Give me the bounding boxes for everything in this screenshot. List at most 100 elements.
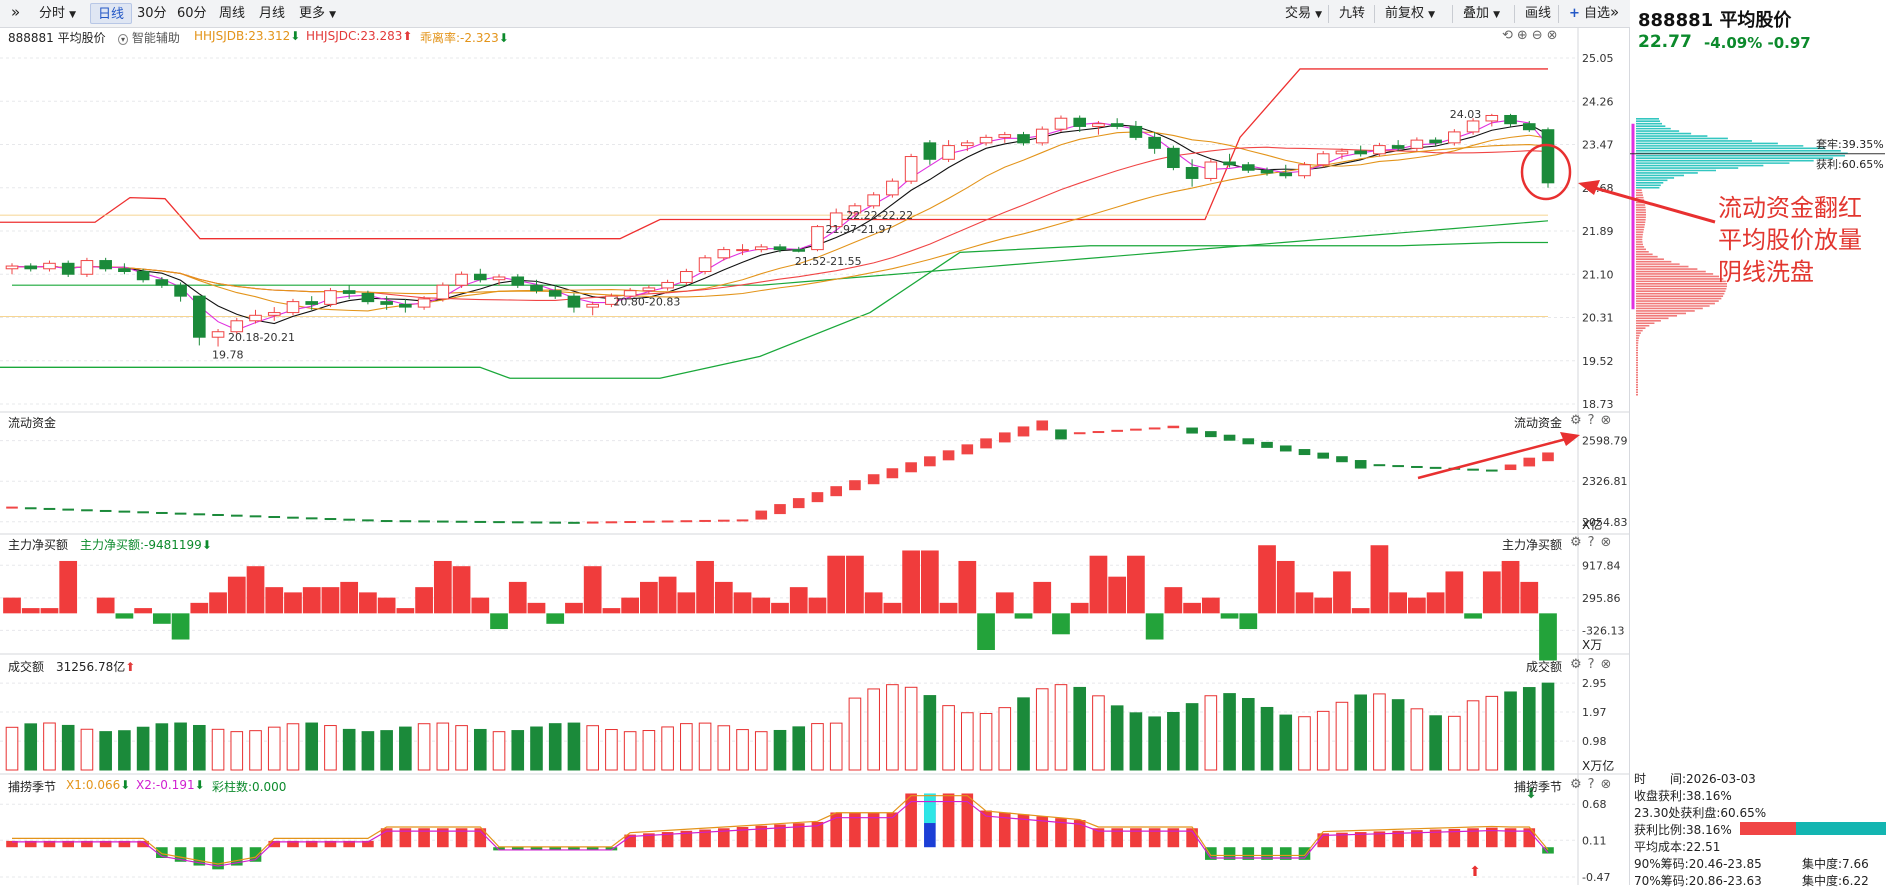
- net-buy-bar: [789, 587, 808, 614]
- liquidity-bar: [437, 520, 449, 523]
- arrow-head: [1560, 432, 1580, 446]
- turnover-tick-label: 1.97: [1582, 706, 1607, 719]
- turnover-label: 成交额: [8, 660, 45, 674]
- liquidity-bar: [305, 517, 318, 520]
- net-buy-bar: [490, 613, 508, 630]
- candle-body: [530, 284, 543, 292]
- net-buy-panel-controls[interactable]: ⚙?⊗: [1570, 535, 1617, 550]
- turnover-bar: [267, 726, 281, 771]
- net-buy-bar: [977, 613, 995, 650]
- net-buy-bar: [1089, 555, 1108, 614]
- liquidity-bar: [924, 456, 936, 467]
- net-buy-bar: [771, 602, 789, 614]
- candle-body: [361, 292, 375, 303]
- candle-body: [904, 156, 918, 182]
- candle-body: [99, 260, 112, 270]
- candle-body: [305, 301, 319, 305]
- turnover-bar: [792, 726, 806, 771]
- net-buy-bar: [1014, 613, 1033, 619]
- indicator-deviation: 乖离率:-2.323⬇: [420, 31, 509, 45]
- turnover-bar: [811, 723, 824, 771]
- turnover-bar: [1448, 715, 1461, 771]
- net-buy-bar: [640, 581, 658, 614]
- liquidity-panel-controls[interactable]: ⚙?⊗: [1570, 413, 1617, 428]
- candle-body: [211, 331, 225, 338]
- turnover-bar: [1410, 708, 1424, 771]
- turnover-bar: [1092, 695, 1105, 771]
- turnover-bar: [1241, 698, 1255, 771]
- candle-body: [717, 249, 731, 259]
- turnover-bar: [1167, 711, 1180, 771]
- turnover-bar: [1185, 703, 1199, 771]
- net-buy-bar: [696, 560, 714, 614]
- liquidity-unit: X亿: [1582, 518, 1603, 532]
- candle-body: [511, 276, 525, 286]
- net-buy-unit: X万: [1582, 638, 1603, 652]
- candle-body: [1410, 139, 1424, 149]
- turnover-bar: [286, 723, 300, 771]
- liquidity-bar: [24, 507, 37, 510]
- turnover-bar: [399, 726, 412, 771]
- turnover-bar: [1391, 699, 1405, 771]
- candle-body: [1017, 134, 1030, 144]
- turnover-bar: [1017, 697, 1030, 771]
- net-buy-bar: [209, 592, 227, 614]
- indicator-hhjsjdb: HHJSJDB:23.312⬇: [194, 29, 301, 43]
- liquidity-bar: [6, 506, 18, 509]
- season-tick-label: 0.11: [1582, 834, 1607, 847]
- turnover-panel-controls[interactable]: ⚙?⊗: [1570, 657, 1617, 672]
- liquidity-bar: [324, 518, 337, 521]
- net-buy-bar: [1464, 613, 1482, 619]
- net-buy-bar: [1370, 545, 1389, 614]
- liquidity-bar: [1036, 420, 1049, 431]
- net-buy-bar: [471, 597, 490, 614]
- candle-body: [80, 260, 94, 275]
- turnover-bar: [230, 731, 244, 771]
- candle-body: [1448, 131, 1461, 144]
- candle-body: [661, 281, 674, 289]
- candle-body: [1335, 150, 1349, 155]
- price-tick-label: 18.73: [1582, 398, 1614, 411]
- net-buy-bar: [1295, 592, 1314, 614]
- liquidity-bar: [380, 520, 393, 523]
- turnover-panel: 2.95 1.97 0.98: [0, 677, 1607, 771]
- candle-body: [5, 265, 19, 270]
- main-panel-controls[interactable]: ⟲⊕⊖⊗: [1502, 28, 1562, 43]
- net-buy-bar: [733, 592, 752, 614]
- net-buy-bar: [714, 581, 733, 614]
- liquidity-bar: [830, 486, 843, 497]
- liquidity-bar: [1111, 429, 1123, 432]
- net-buy-bar: [1314, 597, 1333, 614]
- candle-body: [1185, 166, 1199, 179]
- candle-body: [1204, 161, 1218, 179]
- net-buy-bar: [40, 608, 59, 614]
- annotation-line: 阴线洗盘: [1718, 258, 1814, 286]
- turnover-bar: [773, 729, 787, 771]
- candle-body: [380, 301, 393, 305]
- candle-body: [680, 271, 693, 283]
- season-x1-value: X1:0.066: [66, 778, 121, 792]
- liquidity-bar: [1148, 427, 1161, 430]
- hhjsjdc-value: HHJSJDC:23.283: [306, 29, 403, 43]
- season-bar-top: [924, 793, 936, 824]
- liquidity-bar: [1504, 464, 1517, 471]
- turnover-tick-label: 0.98: [1582, 735, 1607, 748]
- stock-chart[interactable]: 25.0524.2623.4722.6821.8921.1020.3119.52…: [0, 0, 1897, 885]
- liquidity-bar: [568, 521, 580, 524]
- liquidity-bar: [193, 513, 206, 516]
- liquidity-bar: [249, 515, 262, 518]
- candle-body: [942, 145, 955, 160]
- candle-body: [586, 303, 599, 308]
- net-buy-bar: [1389, 592, 1408, 614]
- liquidity-bar: [680, 520, 693, 523]
- smart-assist-toggle[interactable]: ▾ 智能辅助: [118, 29, 180, 46]
- season-panel-controls[interactable]: ⚙?⊗: [1570, 777, 1617, 792]
- net-buy-bar: [1127, 555, 1145, 614]
- liquidity-bar: [99, 509, 112, 512]
- turnover-bar: [1298, 716, 1311, 771]
- turnover-bar: [754, 731, 768, 771]
- season-x2: X2:-0.191⬇: [136, 778, 205, 792]
- candle-body: [436, 284, 450, 300]
- price-tick-label: 21.10: [1582, 268, 1614, 281]
- turnover-bar: [1316, 710, 1330, 771]
